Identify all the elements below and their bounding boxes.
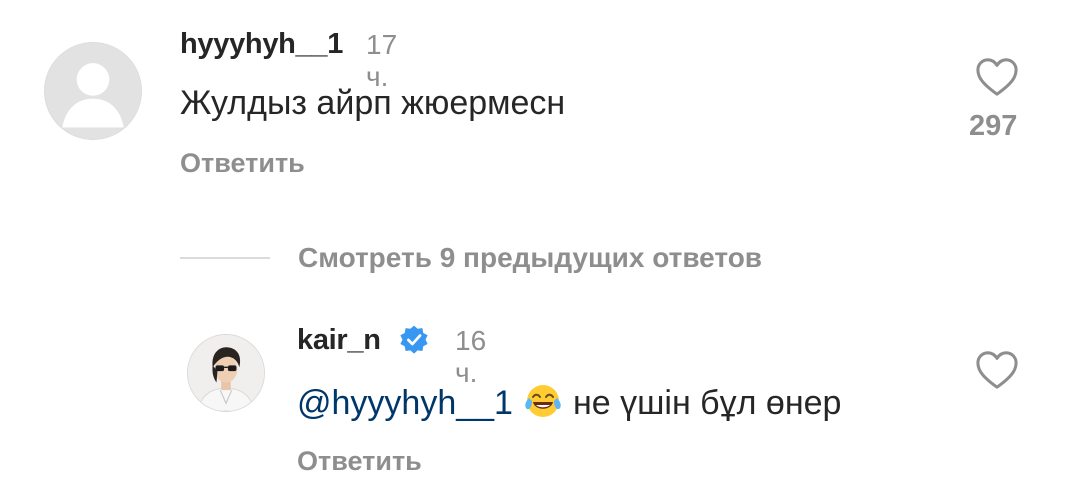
comment-2-mention[interactable]: @hyyyhyh__1	[297, 384, 513, 422]
heart-outline-icon[interactable]	[974, 349, 1020, 391]
comment-1-text: Жулдыз айрп жюермесн	[180, 84, 566, 122]
comment-1-like-count: 297	[969, 110, 1018, 142]
replies-divider-line	[180, 257, 270, 259]
comment-2-reply-button[interactable]: Ответить	[297, 446, 422, 477]
verified-badge-icon	[398, 324, 430, 356]
heart-outline-icon[interactable]	[974, 56, 1020, 98]
user-avatar[interactable]	[187, 334, 265, 412]
comment-1-username[interactable]: hyyyhyh__1	[180, 28, 343, 61]
default-avatar-icon[interactable]	[44, 42, 142, 140]
view-previous-replies-button[interactable]: Смотреть 9 предыдущих ответов	[180, 240, 762, 276]
face-with-tears-of-joy-icon	[523, 380, 563, 420]
comment-2-message: не үшін бұл өнер	[572, 384, 842, 422]
view-previous-replies-label: Смотреть 9 предыдущих ответов	[298, 242, 763, 273]
comment-1-reply-button[interactable]: Ответить	[180, 148, 305, 179]
comment-2-text: @hyyyhyh__1 не үшін бұл өнер	[297, 380, 841, 423]
comment-2-username[interactable]: kair_n	[297, 324, 381, 357]
